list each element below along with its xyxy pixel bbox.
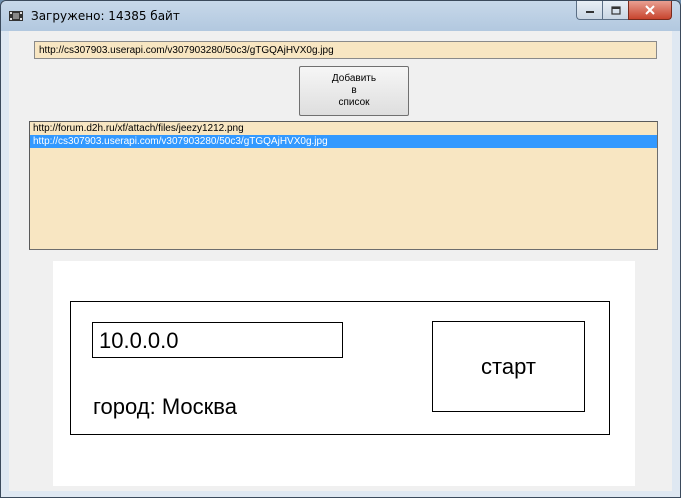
list-item[interactable]: http://forum.d2h.ru/xf/attach/files/jeez… (30, 122, 657, 135)
title-bar[interactable]: Загружено: 14385 байт (1, 1, 680, 31)
list-item-selected[interactable]: http://cs307903.userapi.com/v307903280/5… (30, 135, 657, 148)
minimize-button[interactable] (576, 1, 602, 20)
url-list[interactable]: http://forum.d2h.ru/xf/attach/files/jeez… (29, 121, 658, 250)
app-window: Загружено: 14385 байт http://cs307903.us… (0, 0, 681, 498)
close-icon (645, 5, 655, 15)
client-area: http://cs307903.userapi.com/v307903280/5… (9, 31, 672, 491)
city-label: город: Москва (93, 394, 237, 420)
add-button-label-line1: Добавить (331, 73, 377, 84)
window-title: Загружено: 14385 байт (31, 9, 180, 23)
add-to-list-button[interactable]: Добавить в список (299, 66, 409, 116)
preview-frame: 10.0.0.0 старт город: Москва (70, 301, 610, 435)
city-value: Москва (161, 394, 237, 419)
ip-input: 10.0.0.0 (92, 322, 343, 358)
add-button-label-line3: список (338, 97, 370, 108)
image-preview: 10.0.0.0 старт город: Москва (53, 261, 635, 486)
start-button: старт (432, 321, 585, 412)
maximize-icon (610, 5, 621, 15)
close-button[interactable] (628, 1, 672, 20)
maximize-button[interactable] (602, 1, 628, 20)
url-input[interactable]: http://cs307903.userapi.com/v307903280/5… (34, 41, 657, 59)
add-button-label-line2: в (351, 85, 357, 96)
film-strip-icon (9, 11, 23, 21)
city-label-text: город: (93, 394, 156, 419)
minimize-icon (585, 11, 594, 13)
